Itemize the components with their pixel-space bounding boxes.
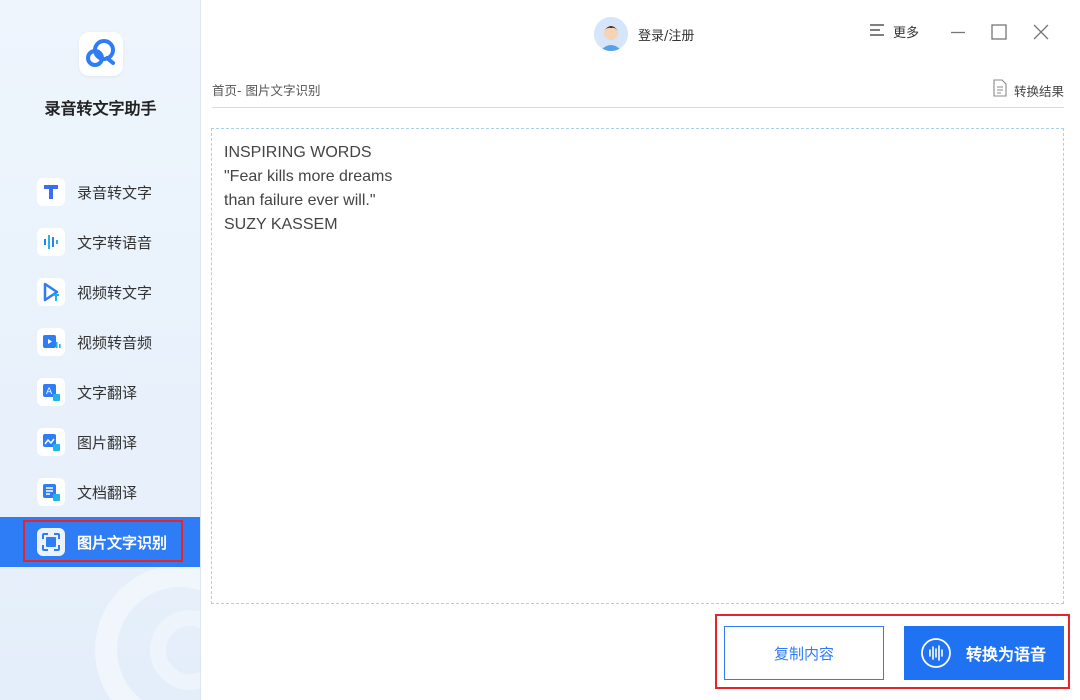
breadcrumb: 首页- 图片文字识别: [212, 83, 321, 98]
close-button[interactable]: [1029, 20, 1053, 44]
t-letter-icon: [37, 178, 65, 206]
more-menu-button[interactable]: 更多: [869, 22, 919, 41]
maximize-icon: [991, 24, 1007, 40]
sidebar-item-text-translate[interactable]: A 文字翻译: [0, 367, 200, 417]
text-line: than failure ever will.": [224, 192, 376, 209]
conversion-result-button[interactable]: 转换结果: [992, 79, 1064, 101]
breadcrumb-bar: 首页- 图片文字识别 转换结果: [212, 62, 1064, 108]
sidebar-item-label: 图片翻译: [77, 433, 138, 452]
sidebar-item-text-to-speech[interactable]: 文字转语音: [0, 217, 200, 267]
app-logo-icon: [79, 32, 123, 76]
convert-to-speech-button[interactable]: 转换为语音: [904, 626, 1064, 680]
login-button[interactable]: 登录/注册: [594, 17, 694, 51]
sidebar-item-video-to-audio[interactable]: 视频转音频: [0, 317, 200, 367]
login-label: 登录/注册: [638, 28, 695, 44]
menu-icon: [869, 22, 885, 41]
text-line: INSPIRING WORDS: [224, 144, 372, 161]
avatar: [594, 17, 628, 51]
sidebar-item-label: 视频转文字: [77, 283, 153, 302]
sidebar-nav: 录音转文字 文字转语音 视频转文字 视频转音频 A 文字翻译 图片翻译 文档翻译…: [0, 167, 200, 567]
text-line: SUZY KASSEM: [224, 216, 338, 233]
copy-content-label: 复制内容: [773, 644, 834, 663]
sidebar-item-label: 录音转文字: [77, 183, 153, 202]
close-icon: [1033, 24, 1049, 40]
sidebar: 录音转文字助手 录音转文字 文字转语音 视频转文字 视频转音频 A 文字翻译 图…: [0, 0, 201, 700]
sidebar-item-video-to-text[interactable]: 视频转文字: [0, 267, 200, 317]
sidebar-item-label: 文字翻译: [77, 383, 138, 402]
sidebar-item-document-translate[interactable]: 文档翻译: [0, 467, 200, 517]
top-bar: 登录/注册 更多: [201, 0, 1080, 62]
document-translate-icon: [37, 478, 65, 506]
active-item-highlight: [23, 520, 183, 562]
maximize-button[interactable]: [987, 20, 1011, 44]
document-icon: [992, 79, 1008, 101]
app-name: 录音转文字助手: [44, 99, 157, 118]
video-text-icon: [37, 278, 65, 306]
convert-to-speech-label: 转换为语音: [966, 645, 1047, 664]
minimize-icon: [951, 31, 965, 34]
sidebar-item-label: 视频转音频: [77, 333, 153, 352]
recognized-text-area[interactable]: INSPIRING WORDS "Fear kills more dreams …: [211, 128, 1064, 604]
more-label: 更多: [893, 26, 920, 41]
voice-wave-icon: [920, 637, 952, 669]
video-audio-icon: [37, 328, 65, 356]
sidebar-item-image-translate[interactable]: 图片翻译: [0, 417, 200, 467]
sidebar-item-audio-to-text[interactable]: 录音转文字: [0, 167, 200, 217]
waveform-icon: [37, 228, 65, 256]
conversion-result-label: 转换结果: [1013, 83, 1064, 99]
sidebar-item-label: 文字转语音: [77, 233, 153, 252]
text-translate-icon: A: [37, 378, 65, 406]
svg-text:A: A: [46, 387, 53, 397]
sidebar-item-label: 文档翻译: [77, 483, 138, 502]
text-line: "Fear kills more dreams: [224, 168, 393, 185]
minimize-button[interactable]: [946, 20, 970, 44]
image-translate-icon: [37, 428, 65, 456]
copy-content-button[interactable]: 复制内容: [724, 626, 884, 680]
